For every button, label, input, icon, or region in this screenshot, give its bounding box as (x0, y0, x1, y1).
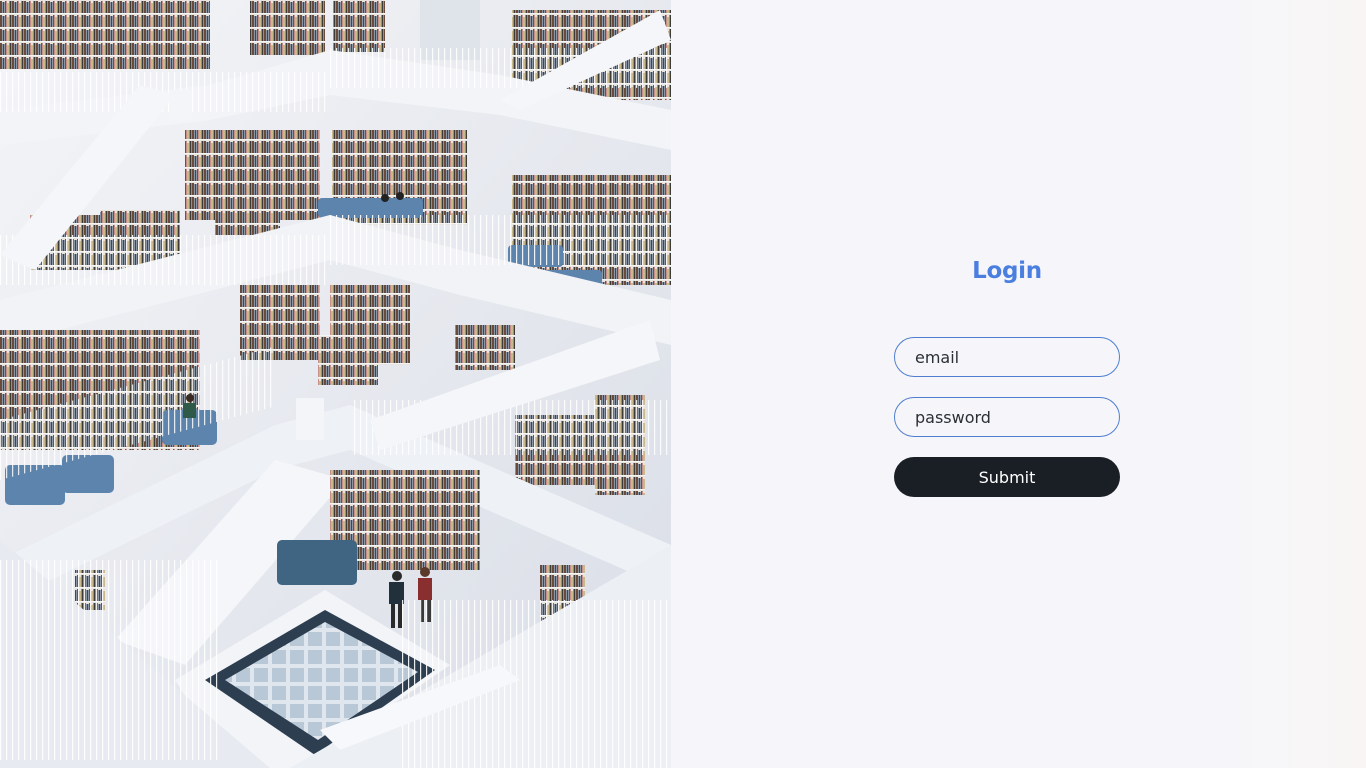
library-hero-image (0, 0, 671, 768)
login-form: Login Submit (894, 255, 1120, 497)
email-input[interactable] (894, 337, 1120, 377)
login-panel: Login Submit (671, 0, 1366, 768)
login-page: Login Submit (0, 0, 1366, 768)
library-illustration (0, 0, 671, 768)
submit-button[interactable]: Submit (894, 457, 1120, 497)
login-title: Login (972, 258, 1042, 284)
password-input[interactable] (894, 397, 1120, 437)
